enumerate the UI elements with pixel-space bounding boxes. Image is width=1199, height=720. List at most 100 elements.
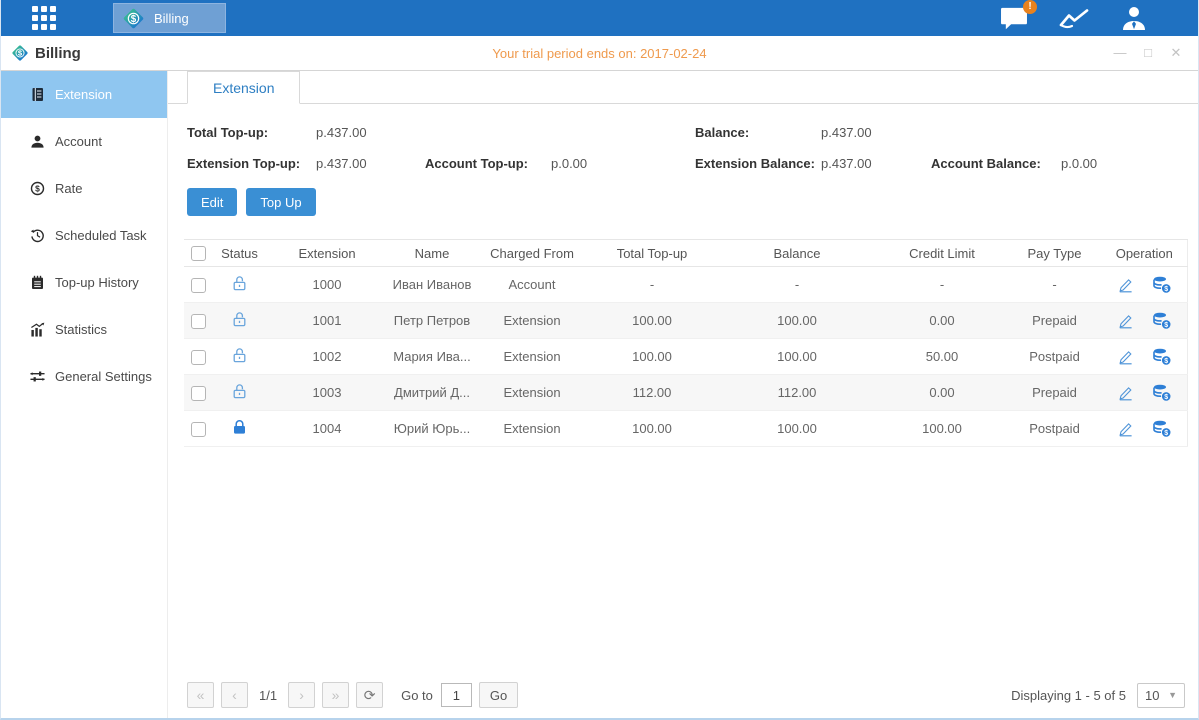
balance-cell: 100.00 <box>717 411 877 447</box>
column-header-credit-limit: Credit Limit <box>877 240 1007 267</box>
row-checkbox[interactable] <box>191 278 206 293</box>
goto-page-input[interactable] <box>441 683 472 707</box>
column-header-name: Name <box>387 240 477 267</box>
close-icon[interactable]: ✕ <box>1168 45 1184 61</box>
notepad-icon <box>30 275 45 290</box>
user-account-icon[interactable] <box>1120 5 1148 31</box>
last-page-icon[interactable]: » <box>322 682 349 708</box>
statistics-chart-icon[interactable] <box>1059 7 1090 30</box>
page-indicator: 1/1 <box>259 688 277 703</box>
unlocked-icon <box>231 388 248 403</box>
window-title-bar: $ Billing Your trial period ends on: 201… <box>1 36 1198 71</box>
sidebar-item-label: Scheduled Task <box>55 228 147 243</box>
edit-button[interactable]: Edit <box>187 188 237 216</box>
top-up-row-icon[interactable]: $ <box>1152 420 1172 437</box>
sidebar-item-general-settings[interactable]: General Settings <box>1 353 167 400</box>
top-up-button[interactable]: Top Up <box>246 188 315 216</box>
row-checkbox[interactable] <box>191 314 206 329</box>
name-cell: Петр Петров <box>387 303 477 339</box>
maximize-icon[interactable]: □ <box>1140 45 1156 61</box>
extension-topup-value: p.437.00 <box>316 156 425 171</box>
billing-window-icon: $ <box>11 44 29 62</box>
minimize-icon[interactable]: — <box>1112 45 1128 61</box>
billing-app-window: $ Billing ! $ Billing Your trial period … <box>0 0 1199 720</box>
table-row: 1003 Дмитрий Д... Extension 112.00 112.0… <box>184 375 1187 411</box>
column-header-pay-type: Pay Type <box>1007 240 1102 267</box>
column-header-operation: Operation <box>1102 240 1187 267</box>
select-all-checkbox[interactable] <box>191 246 206 261</box>
app-launcher-icon[interactable] <box>32 6 56 30</box>
balance-summary: Total Top-up: p.437.00 Extension Top-up:… <box>168 104 1198 179</box>
sidebar-item-statistics[interactable]: Statistics <box>1 306 167 353</box>
taskbar-tab-billing[interactable]: $ Billing <box>113 3 226 33</box>
sidebar-item-rate[interactable]: $ Rate <box>1 165 167 212</box>
sidebar-item-scheduled-task[interactable]: Scheduled Task <box>1 212 167 259</box>
page-size-value: 10 <box>1145 688 1159 703</box>
row-checkbox[interactable] <box>191 422 206 437</box>
account-balance-label: Account Balance: <box>931 156 1061 171</box>
next-page-icon[interactable]: › <box>288 682 315 708</box>
edit-row-icon[interactable] <box>1117 421 1134 437</box>
name-cell: Мария Ива... <box>387 339 477 375</box>
clock-history-icon <box>30 228 45 243</box>
sidebar: Extension Account $ Rate Scheduled Task <box>1 71 168 718</box>
credit-limit-cell: 0.00 <box>877 303 1007 339</box>
pagination-bar: « ‹ 1/1 › » ⟳ Go to Go Displaying 1 - 5 … <box>168 682 1198 718</box>
page-size-select[interactable]: 10 ▼ <box>1137 683 1185 708</box>
column-header-balance: Balance <box>717 240 877 267</box>
balance-cell: 100.00 <box>717 339 877 375</box>
status-cell <box>212 267 267 303</box>
sliders-icon <box>30 370 45 383</box>
top-up-row-icon[interactable]: $ <box>1152 384 1172 401</box>
unlocked-icon <box>231 280 248 295</box>
trial-notice: Your trial period ends on: 2017-02-24 <box>1 46 1198 61</box>
main-content: Extension Total Top-up: p.437.00 Extensi… <box>168 71 1198 718</box>
top-up-row-icon[interactable]: $ <box>1152 312 1172 329</box>
billing-diamond-icon: $ <box>122 7 145 30</box>
extension-cell: 1000 <box>267 267 387 303</box>
notifications-icon[interactable]: ! <box>999 6 1029 31</box>
charged-from-cell: Extension <box>477 339 587 375</box>
extension-topup-label: Extension Top-up: <box>187 156 316 171</box>
table-row: 1000 Иван Иванов Account - - - - $ <box>184 267 1187 303</box>
first-page-icon[interactable]: « <box>187 682 214 708</box>
edit-row-icon[interactable] <box>1117 349 1134 365</box>
sidebar-item-topup-history[interactable]: Top-up History <box>1 259 167 306</box>
svg-text:$: $ <box>18 49 23 58</box>
sidebar-item-label: Top-up History <box>55 275 139 290</box>
edit-row-icon[interactable] <box>1117 277 1134 293</box>
go-button[interactable]: Go <box>479 682 518 708</box>
extension-cell: 1002 <box>267 339 387 375</box>
credit-limit-cell: 0.00 <box>877 375 1007 411</box>
top-up-row-icon[interactable]: $ <box>1152 348 1172 365</box>
sidebar-item-extension[interactable]: Extension <box>1 71 167 118</box>
edit-row-icon[interactable] <box>1117 385 1134 401</box>
locked-icon <box>231 424 248 439</box>
refresh-icon[interactable]: ⟳ <box>356 682 383 708</box>
total-topup-cell: 112.00 <box>587 375 717 411</box>
extension-balance-value: p.437.00 <box>821 156 931 171</box>
table-header-row: Status Extension Name Charged From Total… <box>184 240 1187 267</box>
row-checkbox[interactable] <box>191 386 206 401</box>
top-up-row-icon[interactable]: $ <box>1152 276 1172 293</box>
unlocked-icon <box>231 316 248 331</box>
pay-type-cell: Prepaid <box>1007 303 1102 339</box>
table-row: 1001 Петр Петров Extension 100.00 100.00… <box>184 303 1187 339</box>
row-checkbox[interactable] <box>191 350 206 365</box>
credit-limit-cell: - <box>877 267 1007 303</box>
previous-page-icon[interactable]: ‹ <box>221 682 248 708</box>
svg-text:$: $ <box>1164 322 1168 329</box>
total-topup-cell: - <box>587 267 717 303</box>
pay-type-cell: - <box>1007 267 1102 303</box>
svg-text:$: $ <box>131 13 137 24</box>
account-topup-label: Account Top-up: <box>425 156 551 171</box>
chevron-down-icon: ▼ <box>1168 690 1177 700</box>
edit-row-icon[interactable] <box>1117 313 1134 329</box>
charged-from-cell: Extension <box>477 411 587 447</box>
tab-extension[interactable]: Extension <box>187 71 300 104</box>
name-cell: Иван Иванов <box>387 267 477 303</box>
svg-text:$: $ <box>1164 358 1168 365</box>
status-cell <box>212 411 267 447</box>
sidebar-item-account[interactable]: Account <box>1 118 167 165</box>
status-cell <box>212 303 267 339</box>
